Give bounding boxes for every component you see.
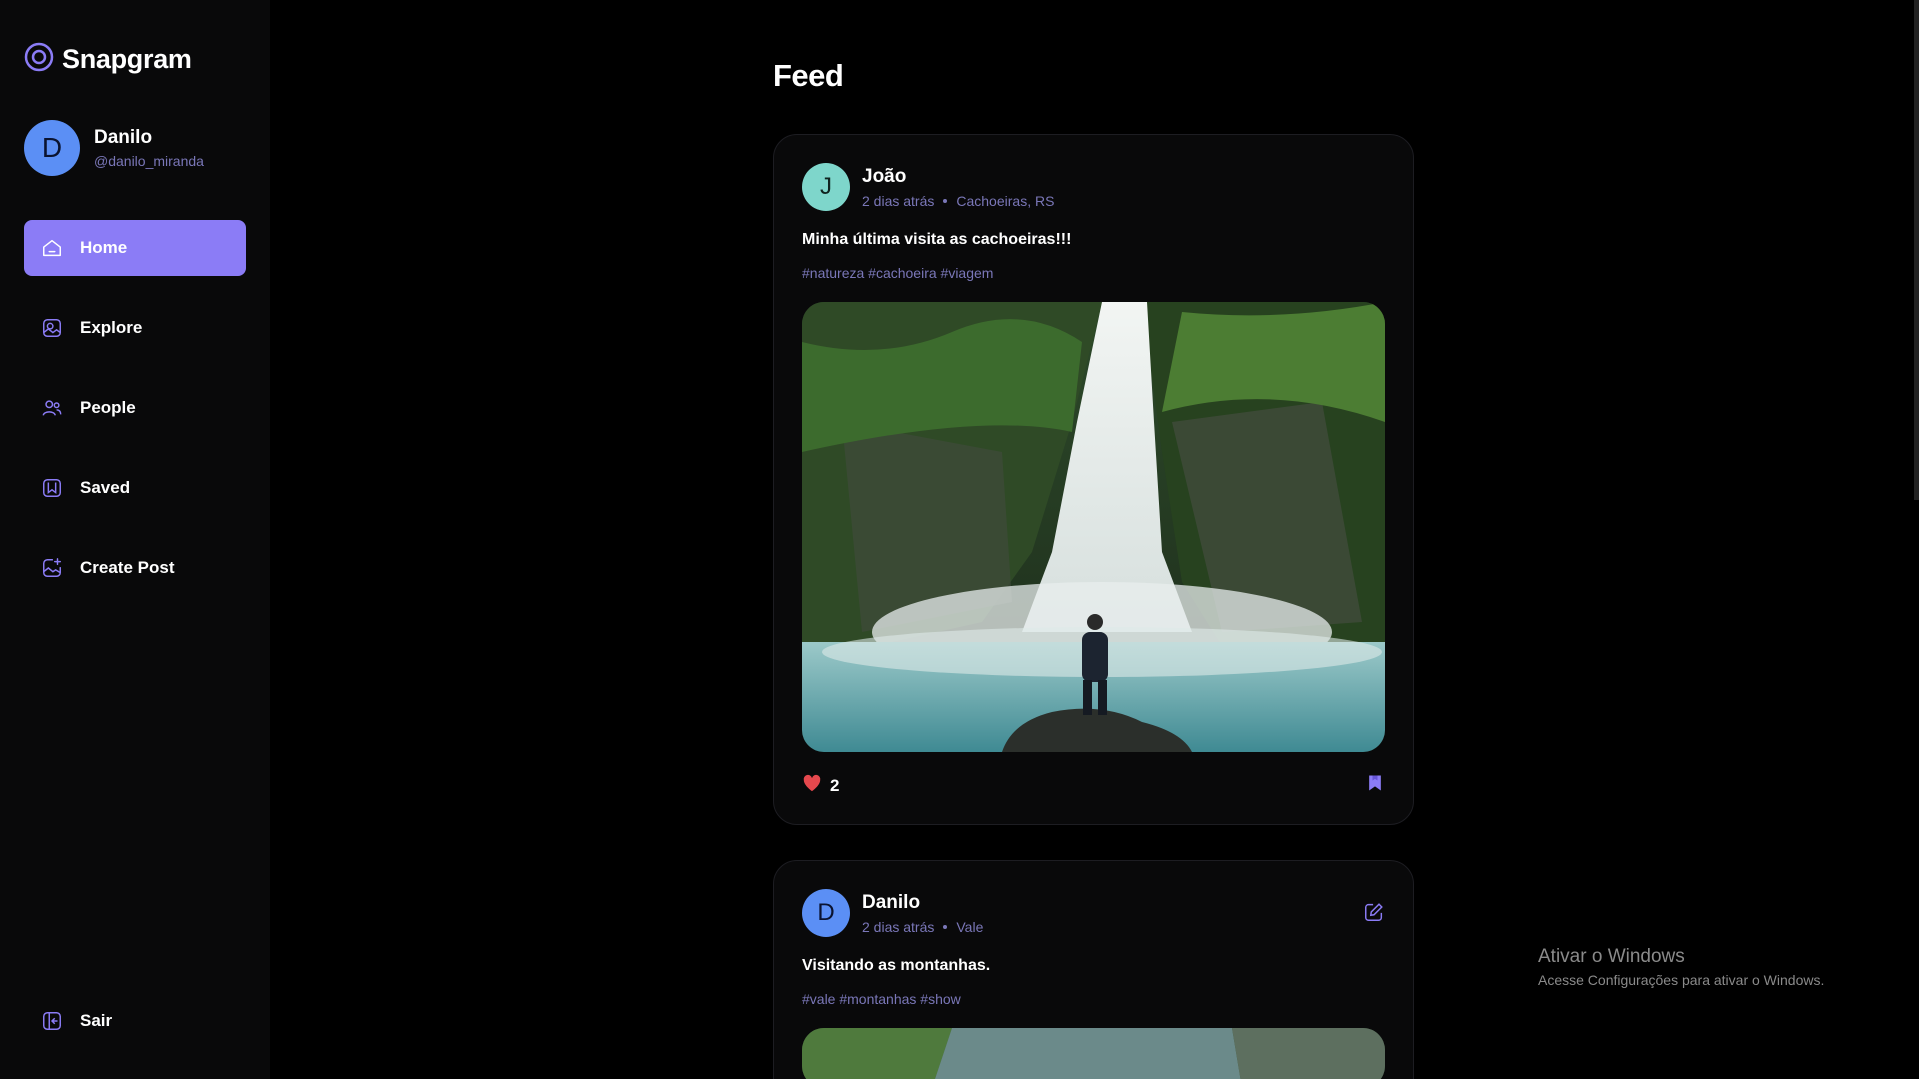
watermark-title: Ativar o Windows xyxy=(1538,946,1685,967)
post-time: 2 dias atrás xyxy=(862,192,935,209)
sidebar-item-label: Home xyxy=(80,238,128,257)
post-meta: 2 dias atrás Cachoeiras, RS xyxy=(862,193,1054,209)
post-card: J João 2 dias atrás Cachoeiras, RS Minha… xyxy=(773,134,1414,825)
separator-dot xyxy=(943,924,948,929)
separator-dot xyxy=(943,198,948,203)
post-location: Cachoeiras, RS xyxy=(956,192,1055,209)
post-tags: #vale #montanhas #show xyxy=(802,991,961,1007)
heart-icon xyxy=(802,774,822,797)
post-tags: #natureza #cachoeira #viagem xyxy=(802,265,994,281)
sidebar-nav: Home Explore People Saved Create Post xyxy=(24,220,246,620)
sidebar-item-home[interactable]: Home xyxy=(24,220,246,276)
profile-name: Danilo xyxy=(94,127,153,148)
sidebar-item-label: People xyxy=(80,398,136,417)
post-card: D Danilo 2 dias atrás Vale Visitando as … xyxy=(773,860,1414,1079)
profile-handle: @danilo_miranda xyxy=(94,153,204,169)
like-count: 2 xyxy=(830,775,840,795)
post-location: Vale xyxy=(956,918,984,935)
post-author-avatar[interactable]: J xyxy=(802,163,850,211)
sidebar: Snapgram D Danilo @danilo_miranda Home E… xyxy=(0,0,270,1079)
post-time: 2 dias atrás xyxy=(862,918,935,935)
home-icon xyxy=(40,236,64,260)
post-header: J João 2 dias atrás Cachoeiras, RS xyxy=(802,163,1054,211)
post-footer: 2 xyxy=(802,773,1385,798)
bookmark-icon[interactable] xyxy=(1365,773,1385,798)
waterfall-photo[interactable] xyxy=(802,302,1385,752)
page-title: Feed xyxy=(773,58,844,93)
edit-icon[interactable] xyxy=(1363,901,1385,923)
watermark-subtitle: Acesse Configurações para ativar o Windo… xyxy=(1538,972,1825,988)
sidebar-item-explore[interactable]: Explore xyxy=(24,300,246,356)
user-profile[interactable]: D Danilo @danilo_miranda xyxy=(24,120,204,176)
post-author-name[interactable]: João xyxy=(862,166,1054,188)
app-name: Snapgram xyxy=(62,44,192,74)
logo-icon xyxy=(24,42,54,77)
create-post-icon xyxy=(40,556,64,580)
windows-activation-watermark: Ativar o Windows Acesse Configurações pa… xyxy=(1538,946,1824,988)
sidebar-item-people[interactable]: People xyxy=(24,380,246,436)
sidebar-item-saved[interactable]: Saved xyxy=(24,460,246,516)
logout-button[interactable]: Sair xyxy=(24,993,246,1049)
sidebar-item-create-post[interactable]: Create Post xyxy=(24,540,246,596)
logout-icon xyxy=(40,1009,64,1033)
sidebar-item-label: Explore xyxy=(80,318,143,337)
post-author-name[interactable]: Danilo xyxy=(862,892,983,914)
post-caption: Minha última visita as cachoeiras!!! xyxy=(802,231,1072,248)
avatar: D xyxy=(24,120,80,176)
app-logo[interactable]: Snapgram xyxy=(24,42,192,77)
sidebar-item-label: Create Post xyxy=(80,558,175,577)
scrollbar[interactable] xyxy=(1914,0,1919,500)
saved-icon xyxy=(40,476,64,500)
sidebar-item-label: Saved xyxy=(80,478,131,497)
people-icon xyxy=(40,396,64,420)
post-author-avatar[interactable]: D xyxy=(802,889,850,937)
post-meta: 2 dias atrás Vale xyxy=(862,919,983,935)
logout-label: Sair xyxy=(80,1011,113,1030)
like-button[interactable]: 2 xyxy=(802,774,839,797)
explore-icon xyxy=(40,316,64,340)
post-caption: Visitando as montanhas. xyxy=(802,957,991,974)
post-header: D Danilo 2 dias atrás Vale xyxy=(802,889,983,937)
mountain-photo[interactable] xyxy=(802,1028,1385,1079)
